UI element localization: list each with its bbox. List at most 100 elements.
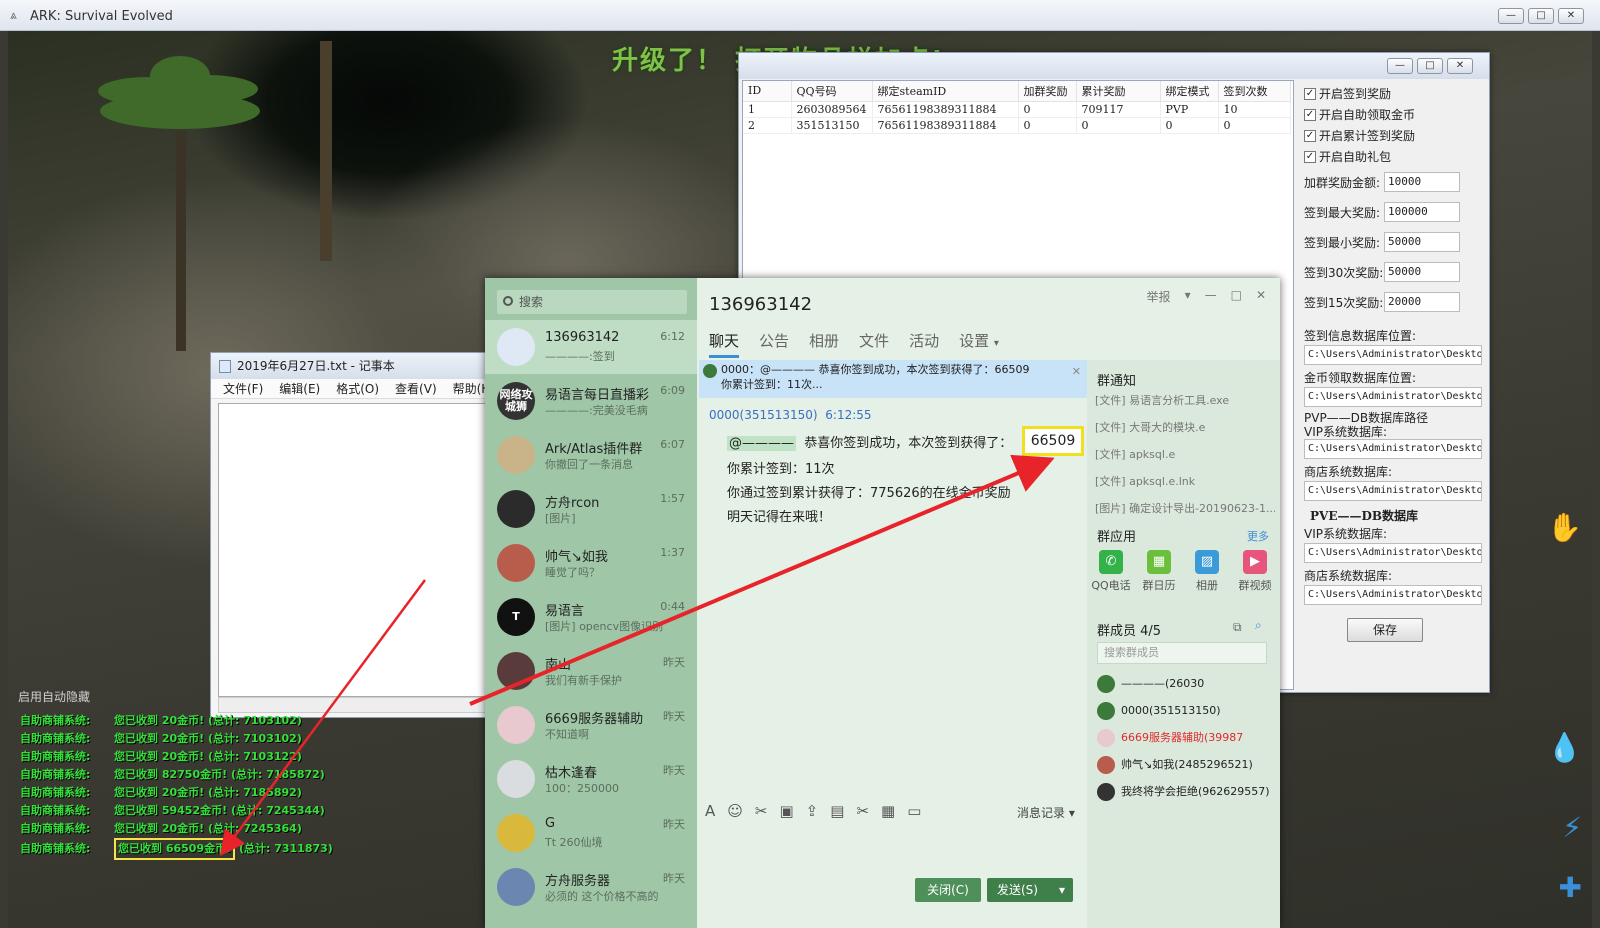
member-manage-icon[interactable]: ⧉ — [1233, 620, 1242, 635]
col-qq[interactable]: QQ号码 — [791, 81, 873, 102]
member-item[interactable]: 0000(351513150) — [1097, 701, 1221, 721]
reward-15-input[interactable]: 20000 — [1384, 292, 1460, 312]
table-row[interactable]: 2 351513150 76561198389311884 0 0 0 0 — [743, 117, 1291, 134]
menu-view[interactable]: 查看(V) — [395, 379, 437, 398]
log-row: 自助商铺系统: 您已收到 20金币! (总计: 7103102) — [20, 732, 302, 745]
minimize-button[interactable]: — — [1205, 288, 1217, 305]
message-sender[interactable]: 0000(351513150) 6:12:55 — [709, 408, 872, 422]
reward-30-input[interactable]: 50000 — [1384, 262, 1460, 282]
pvp-shop-db-path-input[interactable]: C:\Users\Administrator\Desktop — [1304, 481, 1482, 501]
message-area[interactable]: 0000(351513150) 6:12:55 @———— 恭喜你签到成功，本次… — [697, 398, 1085, 782]
notepad-text-area[interactable] — [218, 403, 496, 697]
outer-close-button[interactable]: ✕ — [1558, 8, 1584, 24]
conversation-item[interactable]: G Tt 260仙境 昨天 — [485, 806, 697, 860]
close-button[interactable]: 关闭(C) — [915, 878, 981, 902]
conversation-item[interactable]: 帅气↘如我 睡觉了吗？ 1:37 — [485, 536, 697, 590]
checkbox-gift-pack[interactable]: ✓ 开启自助礼包 — [1304, 146, 1486, 167]
check-icon: ✓ — [1304, 87, 1316, 100]
search-icon[interactable]: ⌕ — [1255, 618, 1262, 633]
tab-settings[interactable]: 设置 ▾ — [959, 330, 999, 358]
chat-panel: 136963142 举报 ▾ — □ ✕ 聊天 公告 相册 文件 活动 设置 ▾… — [697, 278, 1280, 928]
conversation-item[interactable]: 6669服务器辅助 不知道啊 昨天 — [485, 698, 697, 752]
apps-more-link[interactable]: 更多 — [1247, 528, 1269, 544]
chat-bubble-icon[interactable]: ▭ — [907, 802, 921, 820]
scissors-icon[interactable]: ✂ — [856, 802, 869, 820]
message-line-2: 你累计签到：11次 — [727, 462, 835, 477]
maximize-button[interactable]: □ — [1231, 288, 1242, 305]
checkbox-self-claim-coins[interactable]: ✓ 开启自助领取金币 — [1304, 104, 1486, 125]
report-button[interactable]: 举报 — [1147, 288, 1171, 305]
settings-panel: ✓ 开启签到奖励 ✓ 开启自助领取金币 ✓ 开启累计签到奖励 ✓ 开启自助礼包 加群奖励… — [1304, 83, 1486, 605]
pvp-vip-db-path-input[interactable]: C:\Users\Administrator\Desktop — [1304, 439, 1482, 459]
coin-db-path-input[interactable]: C:\Users\Administrator\Desktop — [1304, 387, 1482, 407]
pve-vip-db-path-input[interactable]: C:\Users\Administrator\Desktop — [1304, 543, 1482, 563]
conversation-item[interactable]: Ark/Atlas插件群 你撤回了一条消息 6:07 — [485, 428, 697, 482]
checkbox-signin-reward[interactable]: ✓ 开启签到奖励 — [1304, 83, 1486, 104]
app-album[interactable]: ▨ 相册 — [1185, 550, 1229, 593]
conversation-item[interactable]: 方舟rcon [图片] 1:57 — [485, 482, 697, 536]
menu-file[interactable]: 文件(F) — [223, 379, 263, 398]
notice-item[interactable]: [文件] apksql.e — [1095, 446, 1275, 462]
menu-format[interactable]: 格式(O) — [336, 379, 379, 398]
col-signin-count[interactable]: 签到次数 — [1218, 81, 1291, 102]
col-id[interactable]: ID — [743, 81, 792, 102]
max-reward-input[interactable]: 100000 — [1384, 202, 1460, 222]
search-input[interactable]: 搜索 — [497, 290, 687, 314]
outer-minimize-button[interactable]: — — [1498, 8, 1524, 24]
image-icon[interactable]: ▣ — [779, 802, 793, 820]
log-row: 自助商铺系统: 您已收到 20金币! (总计: 7103122) — [20, 750, 302, 763]
admin-minimize-button[interactable]: — — [1387, 58, 1413, 74]
checkbox-cumulative-reward[interactable]: ✓ 开启累计签到奖励 — [1304, 125, 1486, 146]
member-item[interactable]: 6669服务器辅助(39987 — [1097, 728, 1243, 748]
emoji-icon[interactable]: ☺ — [727, 802, 743, 820]
outer-maximize-button[interactable]: □ — [1528, 8, 1554, 24]
close-icon[interactable]: ✕ — [1256, 288, 1266, 305]
conversation-item[interactable]: 网络攻城狮 易语言每日直播彩 ————:完美没毛病 6:09 — [485, 374, 697, 428]
conversation-item[interactable]: 南山 我们有新手保护 昨天 — [485, 644, 697, 698]
notice-item[interactable]: [图片] 确定设计导出-20190623-1... — [1095, 500, 1275, 516]
chevron-down-icon[interactable]: ▾ — [1185, 288, 1191, 305]
admin-close-button[interactable]: ✕ — [1447, 58, 1473, 74]
document-icon[interactable]: ▦ — [881, 802, 895, 820]
conversation-item[interactable]: 枯木逢春 100：250000 昨天 — [485, 752, 697, 806]
min-reward-input[interactable]: 50000 — [1384, 232, 1460, 252]
col-steam-id[interactable]: 绑定steamID — [872, 81, 1019, 102]
save-button[interactable]: 保存 — [1347, 618, 1423, 642]
admin-maximize-button[interactable]: □ — [1417, 58, 1443, 74]
message-history-button[interactable]: 消息记录 ▾ — [1017, 804, 1075, 821]
app-group-video[interactable]: ▶ 群视频 — [1233, 550, 1277, 593]
col-total-reward[interactable]: 累计奖励 — [1076, 81, 1161, 102]
signin-db-path-input[interactable]: C:\Users\Administrator\Desktop — [1304, 345, 1482, 365]
conversation-item[interactable]: 136963142 ————:签到 6:12 — [485, 320, 697, 374]
gift-icon[interactable]: ▤ — [830, 802, 844, 820]
join-reward-input[interactable]: 10000 — [1384, 172, 1460, 192]
tab-chat[interactable]: 聊天 — [709, 330, 740, 358]
close-icon[interactable]: ✕ — [1072, 364, 1081, 379]
col-join-reward[interactable]: 加群奖励 — [1018, 81, 1077, 102]
font-icon[interactable]: A — [705, 802, 715, 820]
tab-notice[interactable]: 公告 — [759, 330, 789, 358]
send-button[interactable]: 发送(S) ▾ — [987, 878, 1073, 902]
member-item[interactable]: 我终将学会拒绝(962629557) — [1097, 782, 1270, 802]
menu-edit[interactable]: 编辑(E) — [279, 379, 320, 398]
member-search-input[interactable]: 搜索群成员 — [1097, 642, 1267, 664]
col-bind-mode[interactable]: 绑定模式 — [1160, 81, 1219, 102]
table-row[interactable]: 1 2603089564 76561198389311884 0 709117 PVP 10 — [743, 101, 1291, 118]
tab-album[interactable]: 相册 — [809, 330, 839, 358]
conversation-item[interactable]: 方舟服务器 必须的 这个价格不高的 昨天 — [485, 860, 697, 914]
screenshot-icon[interactable]: ✂ — [755, 802, 768, 820]
member-item[interactable]: 帅气↘如我(2485296521) — [1097, 755, 1253, 775]
pve-shop-db-path-input[interactable]: C:\Users\Administrator\Desktop — [1304, 585, 1482, 605]
notice-item[interactable]: [文件] 大哥大的模块.e — [1095, 419, 1275, 435]
field-label: 签到最大奖励: — [1304, 205, 1381, 220]
notice-item[interactable]: [文件] apksql.e.lnk — [1095, 473, 1275, 489]
pinned-message-banner[interactable]: 0000：@———— 恭喜你签到成功，本次签到获得了：66509 你累计签到：1… — [699, 360, 1087, 398]
tab-files[interactable]: 文件 — [859, 330, 889, 358]
app-group-calendar[interactable]: ▦ 群日历 — [1137, 550, 1181, 593]
notice-item[interactable]: [文件] 易语言分析工具.exe — [1095, 392, 1275, 408]
tab-activity[interactable]: 活动 — [909, 330, 939, 358]
conversation-item[interactable]: T 易语言 [图片] opencv图像识别模 0:44 — [485, 590, 697, 644]
upload-icon[interactable]: ⇪ — [806, 802, 819, 820]
app-qq-call[interactable]: ✆ QQ电话 — [1089, 550, 1133, 593]
member-item[interactable]: ————(26030 — [1097, 674, 1204, 694]
